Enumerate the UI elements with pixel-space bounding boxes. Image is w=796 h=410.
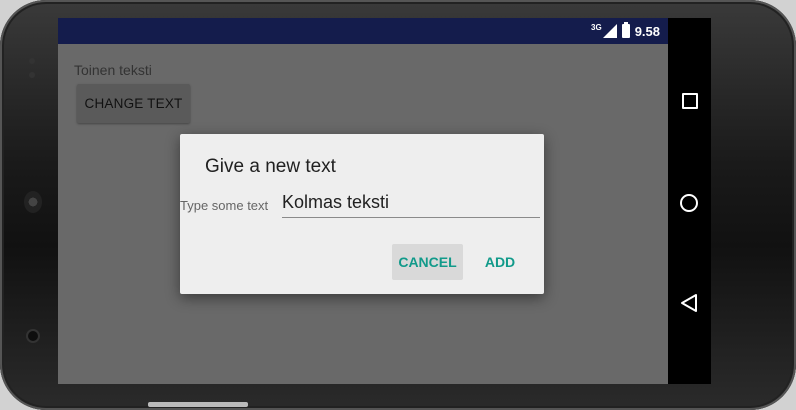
text-field-label: Type some text: [180, 198, 269, 213]
device-frame: 3G 9.58 Toinen teksti CHANGE TEXT Give a…: [0, 0, 796, 410]
cellular-signal-icon: [602, 24, 617, 38]
side-button: [148, 402, 248, 407]
cancel-button[interactable]: CANCEL: [392, 244, 463, 280]
home-icon[interactable]: [680, 194, 698, 212]
sensor-dot: [29, 58, 35, 64]
text-label: Toinen teksti: [74, 62, 152, 78]
text-input-underline: [282, 217, 540, 218]
sensor-dot: [29, 72, 35, 78]
status-time: 9.58: [634, 23, 660, 39]
add-button[interactable]: ADD: [476, 244, 524, 280]
status-icons: 3G 9.58: [591, 22, 660, 40]
change-text-button[interactable]: CHANGE TEXT: [77, 84, 190, 123]
navigation-bar: [668, 18, 711, 384]
dialog-title: Give a new text: [205, 156, 336, 177]
text-input[interactable]: Kolmas teksti: [282, 192, 389, 213]
status-bar: 3G 9.58: [58, 18, 668, 44]
back-icon[interactable]: [680, 293, 698, 313]
battery-icon: [621, 22, 630, 38]
speaker-grille: [24, 191, 42, 213]
recents-icon[interactable]: [682, 93, 698, 109]
new-text-dialog: Give a new text Type some text Kolmas te…: [180, 134, 544, 294]
front-camera: [28, 331, 38, 341]
network-type: 3G: [591, 22, 602, 32]
